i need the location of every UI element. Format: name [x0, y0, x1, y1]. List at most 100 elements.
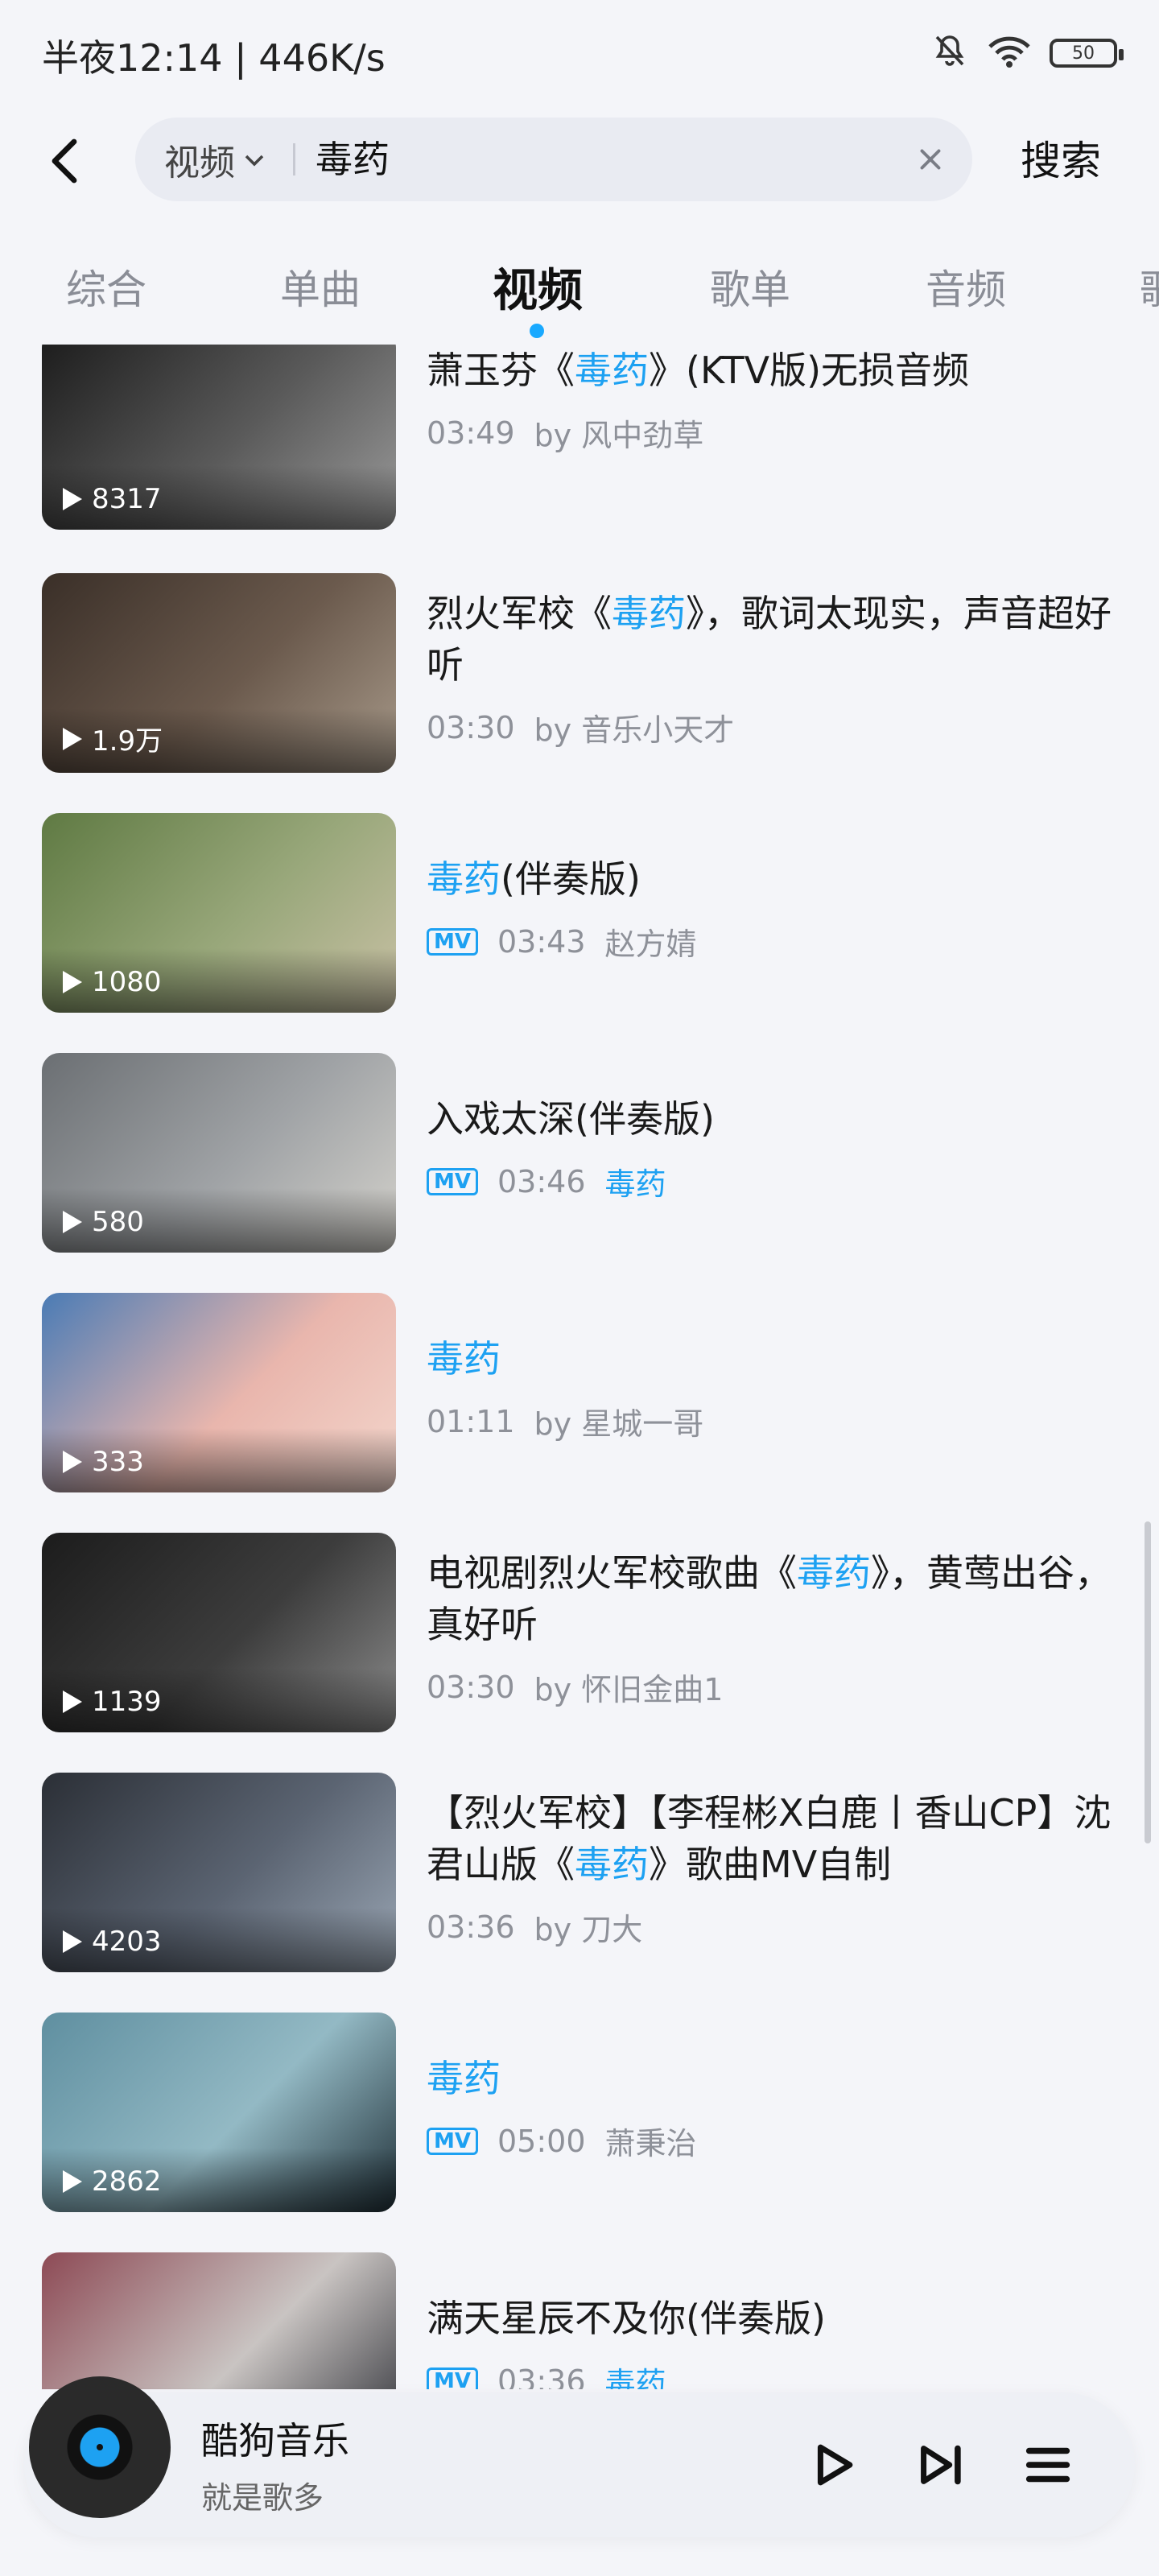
duration: 03:49 — [427, 415, 515, 451]
video-title: 烈火军校《毒药》，歌词太现实，声音超好听 — [427, 592, 1112, 687]
playlist-button[interactable] — [1013, 2429, 1083, 2500]
play-icon — [817, 2444, 853, 2486]
uploader: by 星城一哥 — [534, 1406, 704, 1442]
play-icon — [63, 2170, 82, 2193]
video-meta: 03:36 by 刀大 — [427, 1905, 1119, 1949]
video-thumbnail[interactable]: 333 — [42, 1293, 396, 1492]
video-thumbnail[interactable]: 4203 — [42, 1773, 396, 1972]
duration: 03:30 — [427, 709, 515, 745]
player-subtitle: 就是歌多 — [201, 2480, 324, 2516]
video-item[interactable]: 1139 电视剧烈火军校歌曲《毒药》，黄莺出谷，真好听 03:30 by 怀旧金曲… — [0, 1533, 1159, 1773]
playlist-icon — [1025, 2447, 1070, 2483]
artist: 赵方婧 — [604, 927, 697, 962]
duration: 01:11 — [427, 1403, 515, 1439]
play-count: 4203 — [63, 1926, 162, 1958]
video-title: 满天星辰不及你(伴奏版) — [427, 2297, 826, 2340]
video-item[interactable]: 2862 毒药 MV 05:00 萧秉治 — [0, 2013, 1159, 2252]
play-icon — [63, 727, 82, 750]
category-tabs: 综合 单曲 视频 歌单 音频 歌 — [0, 233, 1159, 346]
video-item[interactable]: 满天星辰不及你(伴奏版) MV 03:36 毒药 — [0, 2252, 1159, 2389]
video-title: 毒药(伴奏版) — [427, 857, 641, 901]
search-button[interactable]: 搜索 — [1021, 129, 1101, 187]
back-button[interactable] — [32, 129, 97, 193]
tab-audio[interactable]: 音频 — [926, 258, 1006, 316]
play-count: 2862 — [63, 2165, 162, 2198]
uploader: by 怀旧金曲1 — [534, 1672, 724, 1707]
chevron-down-icon — [245, 155, 264, 167]
search-input[interactable]: 毒药 — [316, 118, 390, 201]
skip-next-icon — [921, 2445, 961, 2485]
mini-player[interactable]: 酷狗音乐 就是歌多 — [24, 2376, 1135, 2537]
play-count: 8317 — [63, 483, 162, 515]
active-tab-indicator — [530, 324, 544, 338]
video-item[interactable]: 8317 萧玉芬《毒药》(KTV版)无损音频 03:49 by 风中劲草 — [0, 345, 1159, 570]
tab-videos[interactable]: 视频 — [493, 254, 583, 320]
video-meta: 03:30 by 音乐小天才 — [427, 705, 1119, 749]
status-icons: 50 — [930, 32, 1124, 74]
uploader: by 音乐小天才 — [534, 712, 735, 748]
duration: 03:43 — [497, 923, 586, 960]
video-title: 萧玉芬《毒药》(KTV版)无损音频 — [427, 349, 970, 392]
uploader: by 刀大 — [534, 1912, 643, 1947]
artist: 毒药 — [604, 2366, 666, 2389]
duration: 03:46 — [497, 1163, 586, 1199]
search-type-label: 视频 — [164, 142, 235, 184]
scrollbar[interactable] — [1145, 1521, 1151, 1843]
search-divider — [293, 143, 295, 175]
video-meta: MV 03:46 毒药 — [427, 1159, 1119, 1203]
wifi-icon — [987, 34, 1032, 72]
video-title: 入戏太深(伴奏版) — [427, 1097, 715, 1141]
video-item[interactable]: 4203 【烈火军校】【李程彬X白鹿丨香山CP】沈君山版《毒药》歌曲MV自制 0… — [0, 1773, 1159, 2013]
back-arrow-icon — [52, 138, 77, 184]
video-thumbnail[interactable]: 580 — [42, 1053, 396, 1253]
video-thumbnail[interactable] — [42, 2252, 396, 2389]
mv-badge: MV — [427, 2367, 478, 2389]
search-bar[interactable]: 视频 毒药 — [135, 118, 972, 201]
status-bar: 半夜12:14 | 446K/s 50 — [0, 0, 1159, 105]
uploader: by 风中劲草 — [534, 418, 704, 453]
video-meta: 03:49 by 风中劲草 — [427, 411, 1119, 455]
video-title: 电视剧烈火军校歌曲《毒药》，黄莺出谷，真好听 — [427, 1551, 1112, 1646]
mv-badge: MV — [427, 927, 478, 956]
play-button[interactable] — [797, 2429, 868, 2500]
video-item[interactable]: 1.9万 烈火军校《毒药》，歌词太现实，声音超好听 03:30 by 音乐小天才 — [0, 573, 1159, 813]
video-thumbnail[interactable]: 1139 — [42, 1533, 396, 1732]
clear-button[interactable] — [911, 140, 950, 179]
artist: 萧秉治 — [604, 2126, 697, 2161]
next-button[interactable] — [905, 2429, 975, 2500]
search-header: 视频 毒药 搜索 — [0, 105, 1159, 217]
tab-singers[interactable]: 歌 — [1140, 258, 1159, 316]
video-thumbnail[interactable]: 8317 — [42, 345, 396, 530]
duration: 03:30 — [427, 1669, 515, 1705]
mute-bell-icon — [930, 32, 969, 74]
play-icon — [63, 1930, 82, 1953]
duration: 03:36 — [427, 1909, 515, 1945]
battery-icon: 50 — [1050, 39, 1124, 68]
play-count: 1080 — [63, 966, 162, 998]
album-disc[interactable] — [29, 2376, 171, 2518]
play-icon — [63, 1211, 82, 1233]
artist: 毒药 — [604, 1166, 666, 1202]
close-icon — [920, 149, 941, 170]
play-icon — [63, 971, 82, 993]
video-item[interactable]: 580 入戏太深(伴奏版) MV 03:46 毒药 — [0, 1053, 1159, 1293]
video-thumbnail[interactable]: 1080 — [42, 813, 396, 1013]
play-icon — [63, 488, 82, 510]
search-type-dropdown[interactable]: 视频 — [164, 118, 266, 201]
duration: 05:00 — [497, 2123, 586, 2159]
video-meta: 03:30 by 怀旧金曲1 — [427, 1665, 1119, 1709]
video-title: 毒药 — [427, 1337, 501, 1381]
video-thumbnail[interactable]: 1.9万 — [42, 573, 396, 773]
tab-songs[interactable]: 单曲 — [280, 258, 361, 316]
mv-badge: MV — [427, 1167, 478, 1195]
video-meta: 01:11 by 星城一哥 — [427, 1399, 1119, 1443]
mv-badge: MV — [427, 2127, 478, 2155]
video-thumbnail[interactable]: 2862 — [42, 2013, 396, 2212]
video-meta: MV 05:00 萧秉治 — [427, 2119, 1119, 2163]
video-title: 毒药 — [427, 2057, 501, 2100]
tab-all[interactable]: 综合 — [66, 258, 146, 316]
play-icon — [63, 1690, 82, 1713]
video-item[interactable]: 333 毒药 01:11 by 星城一哥 — [0, 1293, 1159, 1533]
tab-playlists[interactable]: 歌单 — [710, 258, 790, 316]
video-item[interactable]: 1080 毒药(伴奏版) MV 03:43 赵方婧 — [0, 813, 1159, 1053]
